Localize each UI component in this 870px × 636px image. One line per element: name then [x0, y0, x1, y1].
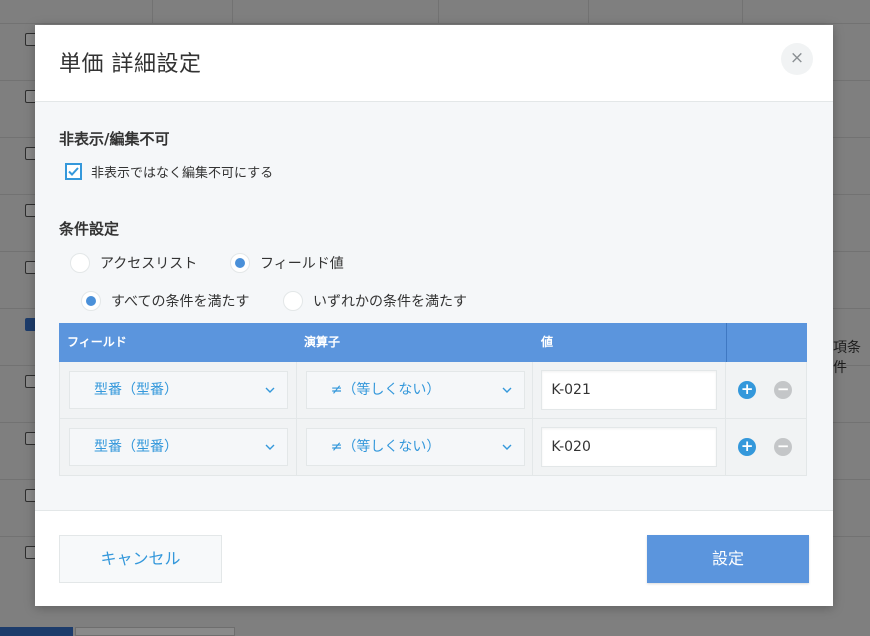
operator-select-value: ≠（等しくない） [330, 439, 441, 455]
bg-column-divider [438, 0, 439, 24]
minus-icon: − [776, 380, 790, 398]
bg-tab [75, 627, 235, 636]
remove-row-button[interactable]: − [774, 437, 793, 456]
header-operator: 演算子 [304, 335, 341, 349]
plus-icon: + [740, 437, 754, 455]
table-row: 型番（型番） ≠（等しくない） K-021 + − [59, 362, 807, 419]
field-select-value: 型番（型番） [94, 382, 178, 398]
readonly-checkbox-label: 非表示ではなく編集不可にする [91, 166, 274, 181]
actions-cell: + − [726, 362, 806, 418]
condition-table-header: フィールド 演算子 値 [59, 323, 807, 362]
operator-cell: ≠（等しくない） [297, 362, 534, 418]
condition-table: フィールド 演算子 値 型番（型番） ≠（等しくない） K-021 + − 型番… [59, 323, 807, 476]
field-select[interactable]: 型番（型番） [69, 371, 288, 409]
radio-access-list[interactable]: アクセスリスト [70, 253, 197, 273]
value-cell: K-021 [533, 362, 727, 418]
radio-match-all[interactable]: すべての条件を満たす [81, 291, 249, 311]
add-row-button[interactable]: + [738, 380, 757, 399]
radio-match-any[interactable]: いずれかの条件を満たす [283, 291, 467, 311]
dialog-header: 単価 詳細設定 × [35, 25, 833, 102]
chevron-down-icon [265, 444, 275, 450]
readonly-checkbox[interactable] [65, 163, 82, 180]
bg-column-divider [232, 0, 233, 24]
radio-field-value[interactable]: フィールド値 [230, 253, 344, 273]
save-button[interactable]: 設定 [647, 535, 809, 583]
radio-circle-selected[interactable] [81, 291, 101, 311]
value-input[interactable]: K-021 [541, 370, 718, 410]
chevron-down-icon [502, 444, 512, 450]
radio-access-list-label: アクセスリスト [100, 256, 198, 272]
readonly-checkbox-row[interactable]: 非表示ではなく編集不可にする [65, 162, 273, 181]
header-actions [726, 323, 807, 362]
minus-icon: − [776, 437, 790, 455]
detail-settings-dialog: 単価 詳細設定 × 非表示/編集不可 非表示ではなく編集不可にする 条件設定 ア… [35, 25, 833, 606]
chevron-down-icon [502, 387, 512, 393]
add-row-button[interactable]: + [738, 437, 757, 456]
bg-side-text: 項条件 [833, 340, 861, 376]
remove-row-button[interactable]: − [774, 380, 793, 399]
header-field: フィールド [67, 335, 127, 349]
field-cell: 型番（型番） [60, 362, 297, 418]
bg-column-divider [742, 0, 743, 24]
value-cell: K-020 [533, 419, 727, 475]
radio-match-any-label: いずれかの条件を満たす [313, 294, 467, 310]
radio-circle[interactable] [283, 291, 303, 311]
operator-select[interactable]: ≠（等しくない） [305, 371, 525, 409]
condition-section-title: 条件設定 [59, 220, 120, 238]
dialog-body: 非表示/編集不可 非表示ではなく編集不可にする 条件設定 アクセスリスト フィー… [35, 102, 833, 511]
bg-column-divider [588, 0, 589, 24]
bg-column-divider [152, 0, 153, 24]
radio-circle[interactable] [70, 253, 90, 273]
bg-row-divider [0, 23, 870, 24]
radio-field-value-label: フィールド値 [260, 256, 344, 272]
table-row: 型番（型番） ≠（等しくない） K-020 + − [59, 419, 807, 476]
close-button[interactable]: × [781, 43, 813, 75]
operator-select[interactable]: ≠（等しくない） [305, 428, 525, 466]
header-value: 値 [541, 335, 554, 349]
operator-cell: ≠（等しくない） [297, 419, 534, 475]
close-icon: × [789, 48, 805, 68]
radio-circle-selected[interactable] [230, 253, 250, 273]
field-select[interactable]: 型番（型番） [69, 428, 288, 466]
actions-cell: + − [726, 419, 806, 475]
chevron-down-icon [265, 387, 275, 393]
field-select-value: 型番（型番） [94, 439, 178, 455]
dialog-title: 単価 詳細設定 [59, 52, 202, 77]
check-icon [68, 167, 79, 176]
value-input[interactable]: K-020 [541, 427, 718, 467]
bg-tab-active [0, 627, 73, 636]
hide-section-title: 非表示/編集不可 [59, 130, 170, 148]
field-cell: 型番（型番） [60, 419, 297, 475]
operator-select-value: ≠（等しくない） [330, 382, 441, 398]
cancel-button[interactable]: キャンセル [59, 535, 222, 583]
plus-icon: + [740, 380, 754, 398]
radio-match-all-label: すべての条件を満たす [111, 294, 250, 310]
